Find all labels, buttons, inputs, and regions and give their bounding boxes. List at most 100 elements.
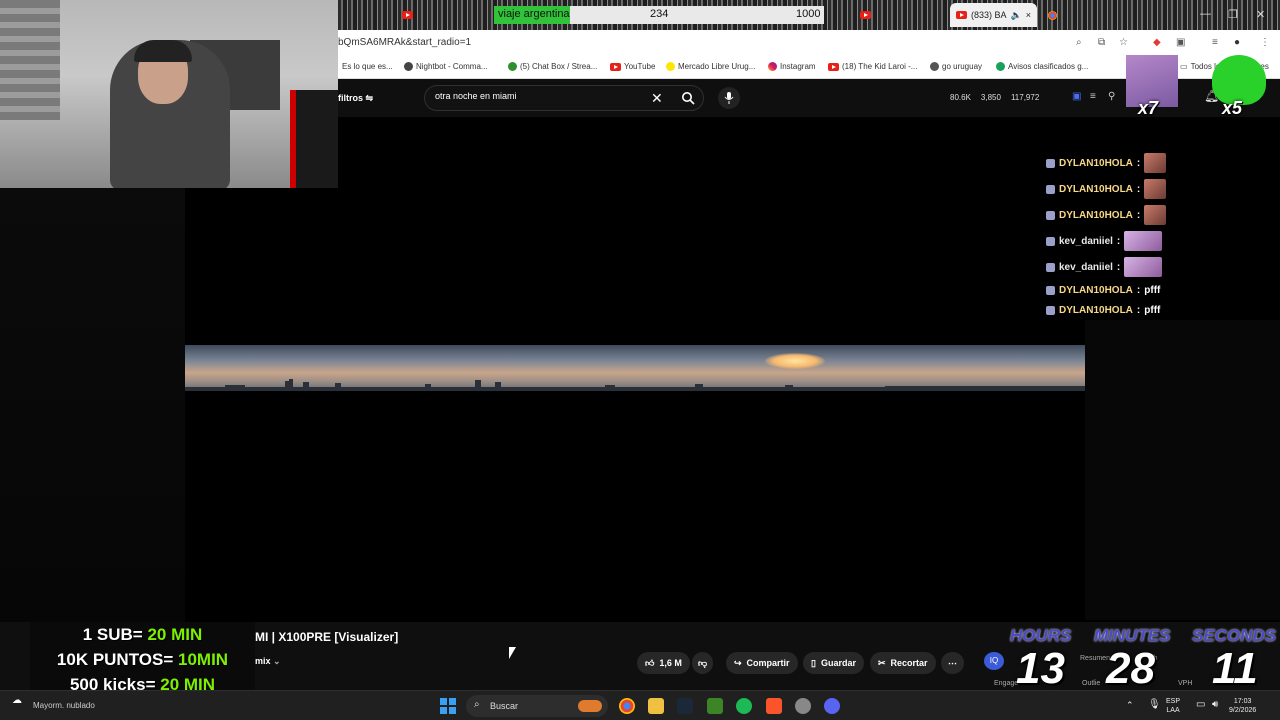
bookmark-item[interactable]: (18) The Kid Laroi -... <box>828 62 917 71</box>
engage-label: Engage <box>994 680 1019 687</box>
chat-separator: : <box>1136 284 1141 296</box>
sunset <box>765 353 825 369</box>
chat-overlay: DYLAN10HOLA: DYLAN10HOLA: DYLAN10HOLA: kev_… <box>1046 150 1206 320</box>
clear-search-icon[interactable]: ✕ <box>651 90 663 107</box>
stat-value: 117,972 <box>1010 93 1040 102</box>
chat-message: DYLAN10HOLA: pfff <box>1046 280 1206 300</box>
close-tab-icon[interactable]: × <box>1026 10 1031 20</box>
input-language[interactable]: ESP LAA <box>1166 697 1180 715</box>
screen: (833) BA 🔈 × — ❐ ✕ viaje argentina 234 1… <box>0 0 1280 720</box>
bookmark-item[interactable]: YouTube <box>610 62 655 71</box>
more-actions-button[interactable]: ⋯ <box>941 652 964 674</box>
browser-tab[interactable] <box>1048 4 1057 26</box>
classifieds-icon <box>996 62 1005 71</box>
minimize-icon[interactable]: — <box>1200 8 1211 20</box>
clock[interactable]: 17:03 9/2/2026 <box>1229 697 1256 715</box>
profile-avatar-icon[interactable]: ● <box>1234 37 1240 48</box>
like-count: 1,6 M <box>659 658 682 668</box>
brave-icon[interactable] <box>766 698 782 714</box>
stone-wall <box>0 0 60 120</box>
browser-tab[interactable] <box>402 4 413 26</box>
sliders-icon: ⇋ <box>365 93 374 103</box>
chat-text: pfff <box>1144 284 1161 296</box>
dislike-button[interactable]: 👎︎ <box>692 652 714 674</box>
menu-icon[interactable]: ⋮ <box>1260 37 1270 48</box>
weather-icon[interactable]: ☁ <box>12 695 22 706</box>
browser-tab[interactable] <box>860 4 871 26</box>
youtube-icon <box>402 11 413 19</box>
extension-icon[interactable]: IQ <box>984 652 1004 670</box>
weather-text[interactable]: Mayorm. nublado <box>33 701 95 710</box>
active-tab[interactable]: (833) BA 🔈 × <box>950 3 1038 27</box>
extension-badge-icon[interactable]: ▣ <box>1072 91 1081 102</box>
chat-separator: : <box>1136 209 1141 221</box>
mouse-cursor <box>509 647 516 659</box>
taskbar-search[interactable]: ⌕ Buscar <box>466 695 608 717</box>
minecraft-icon[interactable] <box>707 698 723 714</box>
chrome-icon[interactable] <box>619 698 635 714</box>
speaker-icon[interactable]: 🔈 <box>1011 10 1022 21</box>
share-button[interactable]: ↪ Compartir <box>726 652 798 674</box>
filters-button[interactable]: filtros ⇋ <box>338 93 373 104</box>
chat-username: DYLAN10HOLA <box>1059 209 1133 221</box>
skyline-silhouette <box>185 379 1085 391</box>
mix-label[interactable]: mix ⌄ <box>255 656 281 667</box>
create-icon[interactable]: ≡ <box>1090 91 1096 102</box>
chat-emote-image <box>1144 153 1167 173</box>
bookmark-item[interactable]: Avisos clasificados g... <box>996 62 1088 71</box>
zoom-icon[interactable]: ⌕ <box>1076 37 1082 48</box>
chat-separator: : <box>1116 261 1121 273</box>
search-button[interactable] <box>671 86 705 110</box>
address-bar[interactable]: bQmSA6MRAk&start_radio=1 ⌕ ⧉ ☆ ◆ ▣ ≡ ● ⋮ <box>338 30 1280 57</box>
app-icon[interactable] <box>795 698 811 714</box>
nightbot-icon <box>404 62 413 71</box>
search-input[interactable] <box>435 91 635 101</box>
like-button[interactable]: 👍︎ 1,6 M <box>637 652 690 674</box>
bookmark-item[interactable]: go uruguay <box>930 62 982 71</box>
chat-text: pfff <box>1144 304 1161 316</box>
volume-icon[interactable]: 🔊︎ <box>1212 699 1218 710</box>
bookmark-item[interactable]: (5) Chat Box / Strea... <box>508 62 597 71</box>
media-control-icon[interactable]: ≡ <box>1212 37 1218 48</box>
mercadolibre-icon <box>666 62 675 71</box>
search-highlight-icon <box>578 700 602 712</box>
poll-value-a: 234 <box>650 8 669 20</box>
network-icon[interactable]: ▭ <box>1196 699 1205 710</box>
steam-icon[interactable] <box>677 698 693 714</box>
scissors-icon: ✂ <box>878 657 886 668</box>
bookmark-item[interactable]: Instagram <box>768 62 816 71</box>
minutes-label: MINUTES <box>1094 626 1171 645</box>
microphone-icon[interactable]: 🎙︎ <box>1148 699 1161 710</box>
bookmark-star-icon[interactable]: ☆ <box>1119 37 1128 48</box>
bookmark-item[interactable]: Mercado Libre Urug... <box>666 62 755 71</box>
emote-multiplier: x5 <box>1222 98 1243 118</box>
rule-line: 10K PUNTOS= 10MIN <box>56 650 229 669</box>
extensions-puzzle-icon[interactable]: ▣ <box>1176 37 1185 48</box>
video-side-panel <box>1085 320 1280 620</box>
url-text[interactable]: bQmSA6MRAk&start_radio=1 <box>338 37 471 48</box>
lightbulb-icon[interactable]: ⚲ <box>1108 91 1115 102</box>
file-explorer-icon[interactable] <box>648 698 664 714</box>
bookmark-item[interactable]: Nightbot - Comma... <box>404 62 488 71</box>
chat-separator: : <box>1136 304 1141 316</box>
user-badge-icon <box>1046 285 1055 295</box>
maximize-icon[interactable]: ❐ <box>1228 8 1238 21</box>
chrome-icon <box>1048 10 1057 20</box>
vph-label: VPH <box>1178 680 1193 687</box>
spotify-icon[interactable] <box>736 698 752 714</box>
close-window-icon[interactable]: ✕ <box>1256 8 1265 21</box>
chevron-up-icon[interactable]: ⌃ <box>1126 700 1134 711</box>
chat-message: DYLAN10HOLA: <box>1046 202 1206 228</box>
discord-icon[interactable] <box>824 698 840 714</box>
share-icon: ↪ <box>734 657 742 668</box>
voice-search-button[interactable] <box>718 87 740 109</box>
save-button[interactable]: ▯ Guardar <box>803 652 864 674</box>
poll-option-label: viaje argentina <box>498 8 570 20</box>
stat-value: 80.6K <box>950 93 971 102</box>
install-icon[interactable]: ⧉ <box>1098 37 1105 48</box>
clip-button[interactable]: ✂ Recortar <box>870 652 936 674</box>
subathon-rules: 1 SUB= 20 MIN 10K PUNTOS= 10MIN 500 kick… <box>30 622 255 696</box>
extension-icon[interactable]: ◆ <box>1153 37 1161 48</box>
start-icon[interactable] <box>440 698 456 714</box>
bookmark-item[interactable]: Es lo que es... <box>342 62 393 71</box>
